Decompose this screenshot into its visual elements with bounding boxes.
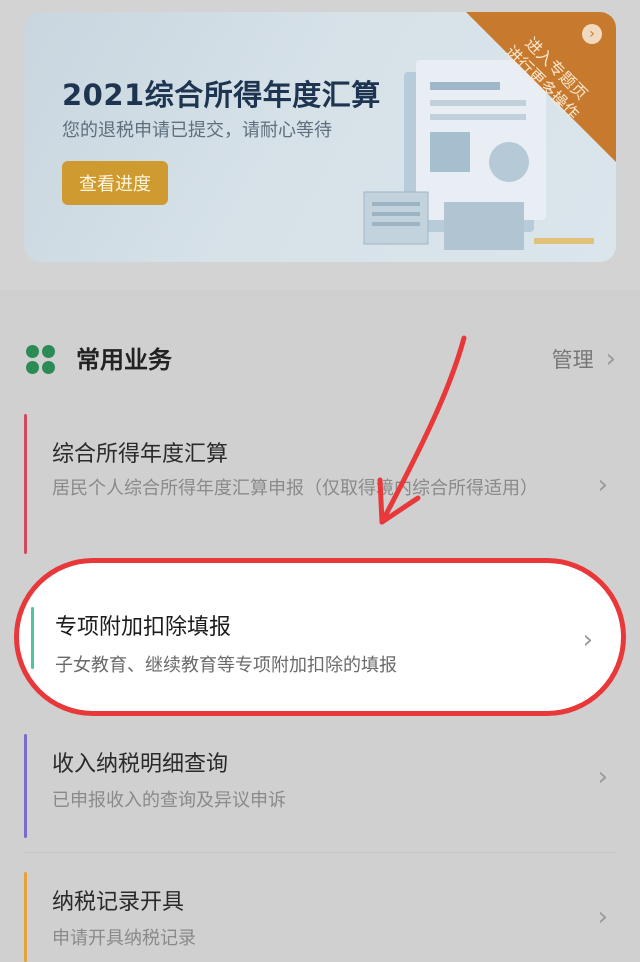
- manage-link[interactable]: 管理 ›: [552, 344, 616, 374]
- item-title: 收入纳税明细查询: [52, 752, 229, 777]
- item-description: 已申报收入的查询及异议申诉: [52, 790, 286, 811]
- chevron-right-icon: ›: [597, 902, 608, 932]
- enter-topic-ribbon[interactable]: 进入专题页 进行更多操作 ›: [466, 12, 616, 162]
- service-item-tax-record[interactable]: 纳税记录开具 申请开具纳税记录 ›: [24, 864, 624, 962]
- view-progress-button[interactable]: 查看进度: [62, 161, 168, 205]
- grid-dots-icon: [26, 345, 56, 375]
- service-item-special-deduction[interactable]: 专项附加扣除填报 子女教育、继续教育等专项附加扣除的填报 ›: [14, 558, 626, 716]
- banner-subtitle: 您的退税申请已提交，请耐心等待: [62, 120, 332, 141]
- annual-settlement-banner[interactable]: 2021综合所得年度汇算 您的退税申请已提交，请耐心等待 查看进度 进入专题页 …: [24, 12, 616, 262]
- service-item-annual-settlement[interactable]: 综合所得年度汇算 居民个人综合所得年度汇算申报（仅取得境内综合所得适用） ›: [24, 410, 624, 560]
- chevron-right-icon: ›: [605, 344, 616, 374]
- section-title: 常用业务: [76, 346, 172, 374]
- divider: [24, 852, 616, 853]
- item-accent-bar: [24, 414, 27, 554]
- service-item-income-tax-query[interactable]: 收入纳税明细查询 已申报收入的查询及异议申诉 ›: [24, 726, 624, 846]
- item-accent-bar: [24, 734, 27, 838]
- chevron-right-icon: ›: [582, 625, 593, 655]
- red-arrow-annotation-icon: [377, 335, 467, 525]
- chevron-right-icon: ›: [597, 470, 608, 500]
- item-description: 居民个人综合所得年度汇算申报（仅取得境内综合所得适用）: [52, 478, 538, 499]
- banner-section: 2021综合所得年度汇算 您的退税申请已提交，请耐心等待 查看进度 进入专题页 …: [0, 0, 640, 290]
- item-description: 申请开具纳税记录: [52, 928, 196, 949]
- item-title: 专项附加扣除填报: [55, 615, 232, 640]
- item-title: 纳税记录开具: [52, 890, 185, 915]
- item-accent-bar: [31, 607, 34, 669]
- item-accent-bar: [24, 872, 27, 962]
- item-description: 子女教育、继续教育等专项附加扣除的填报: [55, 655, 397, 676]
- manage-label: 管理: [551, 348, 594, 372]
- chevron-right-icon: ›: [597, 762, 608, 792]
- item-title: 综合所得年度汇算: [52, 442, 229, 467]
- chevron-right-icon: ›: [582, 24, 602, 44]
